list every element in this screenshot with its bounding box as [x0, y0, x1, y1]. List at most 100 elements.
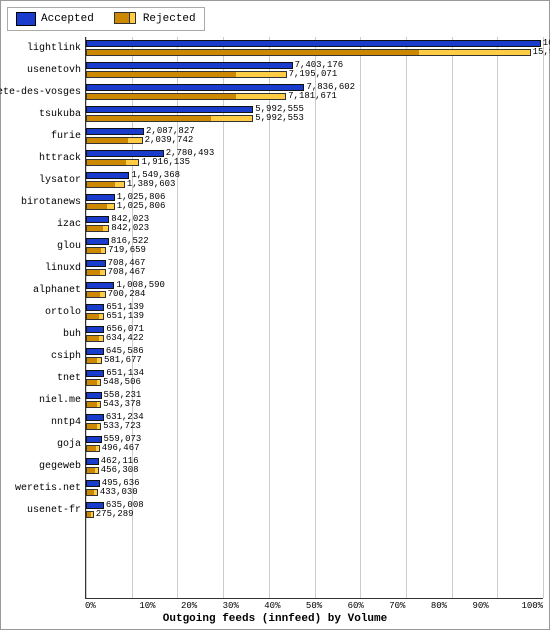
bar-rejected	[86, 115, 211, 122]
y-label: usenetovh	[7, 59, 85, 81]
y-label: tsukuba	[7, 103, 85, 125]
bar-rejected	[86, 379, 97, 386]
bar-rejected-highlight	[100, 291, 105, 298]
bar-rejected-value: 543,378	[103, 400, 141, 409]
y-label: izac	[7, 213, 85, 235]
bar-rejected	[86, 93, 236, 100]
bar-rejected-highlight	[97, 357, 102, 364]
bar-rejected-value: 581,677	[104, 356, 142, 365]
bar-rejected-value: 7,181,671	[288, 92, 337, 101]
x-axis-label: 20%	[168, 601, 210, 611]
bar-rejected-value: 15,944,773	[533, 48, 550, 57]
y-label: nntp4	[7, 411, 85, 433]
bar-row: 635,008275,289	[86, 499, 543, 521]
bar-row: 7,403,1767,195,071	[86, 59, 543, 81]
legend-accepted: Accepted	[16, 12, 94, 26]
bar-rejected-highlight	[126, 159, 140, 166]
bar-rejected-highlight	[100, 269, 105, 276]
y-label: httrack	[7, 147, 85, 169]
bar-rejected-highlight	[97, 423, 101, 430]
bar-rejected-value: 634,422	[106, 334, 144, 343]
bar-rejected-value: 7,195,071	[289, 70, 338, 79]
bar-rejected-value: 433,030	[100, 488, 138, 497]
y-label: tnet	[7, 367, 85, 389]
bar-rejected	[86, 401, 97, 408]
x-axis-label: 70%	[376, 601, 418, 611]
y-label: niel.me	[7, 389, 85, 411]
y-label: goja	[7, 433, 85, 455]
bars-wrapper: 16,302,12615,944,7737,403,1767,195,0717,…	[86, 37, 543, 598]
bar-accepted	[86, 392, 102, 399]
bar-accepted	[86, 62, 293, 69]
plot-area: 16,302,12615,944,7737,403,1767,195,0717,…	[85, 37, 543, 599]
bar-row: 651,134548,506	[86, 367, 543, 389]
bar-accepted	[86, 84, 304, 91]
x-axis-label: 0%	[85, 601, 127, 611]
bar-row: 7,836,6027,181,671	[86, 81, 543, 103]
bar-rejected	[86, 467, 95, 474]
y-label: bete-des-vosges	[7, 81, 85, 103]
x-axis-label: 50%	[293, 601, 335, 611]
x-axis-label: 90%	[460, 601, 502, 611]
legend-accepted-label: Accepted	[41, 13, 94, 25]
bar-rejected-value: 1,916,135	[141, 158, 190, 167]
x-axis-labels: 0%10%20%30%40%50%60%70%80%90%100%	[85, 599, 543, 611]
bar-accepted	[86, 370, 104, 377]
bar-rejected	[86, 49, 419, 56]
bar-row: 559,073496,467	[86, 433, 543, 455]
bar-accepted	[86, 150, 164, 157]
x-axis-label: 10%	[127, 601, 169, 611]
bar-accepted	[86, 172, 129, 179]
bar-row: 2,780,4931,916,135	[86, 147, 543, 169]
bar-rejected-highlight	[107, 203, 115, 210]
bar-rejected-highlight	[91, 511, 93, 518]
bar-rejected	[86, 269, 100, 276]
legend-rejected-icon	[114, 12, 138, 26]
bar-accepted	[86, 40, 541, 47]
bar-accepted	[86, 128, 144, 135]
bar-rejected-highlight	[95, 467, 99, 474]
bar-rejected	[86, 357, 97, 364]
grid-line	[543, 37, 544, 598]
bar-rejected-highlight	[419, 49, 531, 56]
bar-row: 708,467708,467	[86, 257, 543, 279]
y-label: linuxd	[7, 257, 85, 279]
bar-rejected-value: 2,039,742	[145, 136, 194, 145]
legend-accepted-icon	[16, 12, 36, 26]
bar-rejected-highlight	[103, 225, 109, 232]
y-label: birotanews	[7, 191, 85, 213]
bar-row: 462,116456,308	[86, 455, 543, 477]
x-axis-label: 100%	[501, 601, 543, 611]
bar-rejected	[86, 291, 100, 298]
bar-rejected	[86, 489, 94, 496]
bar-rejected-highlight	[97, 379, 101, 386]
bar-accepted	[86, 414, 104, 421]
bar-row: 1,008,590700,284	[86, 279, 543, 301]
bar-rejected	[86, 313, 99, 320]
bar-rejected	[86, 181, 115, 188]
bar-rejected-highlight	[101, 247, 107, 254]
bar-row: 651,139651,139	[86, 301, 543, 323]
bar-rejected-value: 275,289	[96, 510, 134, 519]
bar-rejected-value: 651,139	[106, 312, 144, 321]
bar-accepted	[86, 194, 115, 201]
bar-accepted	[86, 304, 104, 311]
y-label: weretis.net	[7, 477, 85, 499]
bar-rejected-highlight	[236, 93, 287, 100]
bar-row: 2,087,8272,039,742	[86, 125, 543, 147]
x-axis-label: 30%	[210, 601, 252, 611]
bar-rejected-highlight	[236, 71, 287, 78]
y-label: alphanet	[7, 279, 85, 301]
bar-rejected	[86, 203, 107, 210]
bar-rejected	[86, 247, 101, 254]
bar-row: 656,071634,422	[86, 323, 543, 345]
x-axis-label: 60%	[335, 601, 377, 611]
bar-rejected-highlight	[128, 137, 143, 144]
y-label: csiph	[7, 345, 85, 367]
bar-row: 631,234533,723	[86, 411, 543, 433]
chart-body: lightlinkusenetovhbete-des-vosgestsukuba…	[7, 37, 543, 599]
legend-rejected-label: Rejected	[143, 13, 196, 25]
bar-accepted	[86, 480, 100, 487]
bar-rejected-value: 842,023	[111, 224, 149, 233]
bar-accepted	[86, 216, 109, 223]
